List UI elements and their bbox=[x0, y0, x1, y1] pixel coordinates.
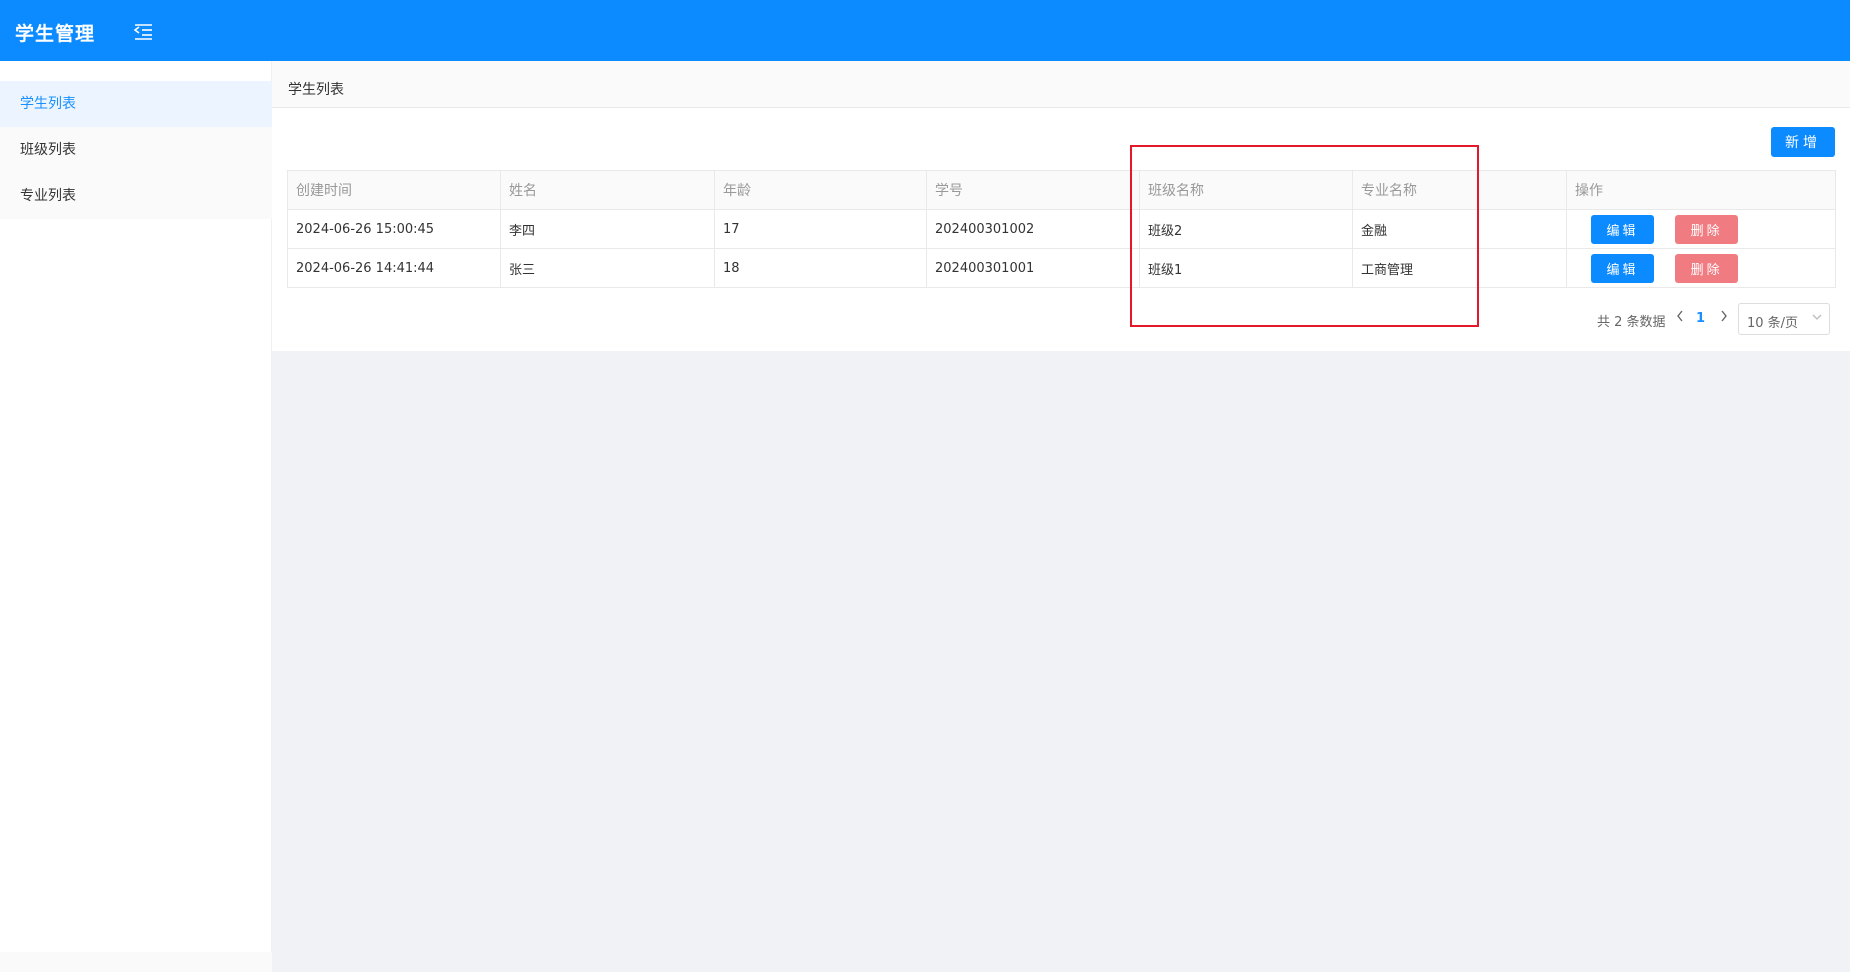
breadcrumb-bar: 学生列表 bbox=[272, 61, 1850, 108]
edit-button[interactable]: 编辑 bbox=[1591, 253, 1654, 283]
table-header-row: 创建时间 姓名 年龄 学号 班级名称 专业名称 操作 bbox=[287, 170, 1836, 210]
student-table: 创建时间 姓名 年龄 学号 班级名称 专业名称 操作 2024-06-26 15… bbox=[287, 170, 1836, 288]
menu-fold-icon[interactable] bbox=[133, 24, 154, 40]
edit-button[interactable]: 编辑 bbox=[1591, 214, 1654, 244]
chevron-right-icon[interactable] bbox=[1720, 309, 1728, 327]
cell-major: 金融 bbox=[1352, 209, 1567, 249]
chevron-left-icon[interactable] bbox=[1676, 309, 1684, 327]
table-row: 2024-06-26 14:41:44 张三 18 202400301001 班… bbox=[287, 248, 1836, 288]
pagination: 共 2 条数据 1 10 条/页 bbox=[1592, 303, 1836, 335]
column-header-major[interactable]: 专业名称 bbox=[1352, 170, 1567, 210]
main-content: 学生列表 新增 创建时间 姓名 年龄 学号 班级名称 专业名称 操作 2024-… bbox=[272, 61, 1850, 972]
cell-created: 2024-06-26 15:00:45 bbox=[287, 209, 501, 249]
page-size-select[interactable]: 10 条/页 bbox=[1738, 303, 1830, 335]
sidebar-footer bbox=[0, 952, 272, 972]
breadcrumb: 学生列表 bbox=[288, 82, 344, 98]
column-header-actions: 操作 bbox=[1566, 170, 1836, 210]
cell-age: 18 bbox=[714, 248, 927, 288]
add-student-button[interactable]: 新增 bbox=[1771, 127, 1835, 157]
cell-actions: 编辑 删除 bbox=[1566, 209, 1836, 249]
app-title: 学生管理 bbox=[15, 23, 96, 45]
column-header-age[interactable]: 年龄 bbox=[714, 170, 927, 210]
chevron-down-icon bbox=[1812, 311, 1822, 321]
page-size-label: 10 条/页 bbox=[1747, 316, 1799, 331]
cell-created: 2024-06-26 14:41:44 bbox=[287, 248, 501, 288]
column-header-student-id[interactable]: 学号 bbox=[926, 170, 1140, 210]
cell-class-name: 班级2 bbox=[1139, 209, 1353, 249]
table-row: 2024-06-26 15:00:45 李四 17 202400301002 班… bbox=[287, 209, 1836, 249]
cell-student-id: 202400301001 bbox=[926, 248, 1140, 288]
cell-age: 17 bbox=[714, 209, 927, 249]
cell-major: 工商管理 bbox=[1352, 248, 1567, 288]
sidebar-item-class-list[interactable]: 班级列表 bbox=[0, 127, 272, 173]
sidebar-item-student-list[interactable]: 学生列表 bbox=[0, 81, 272, 127]
sidebar-item-major-list[interactable]: 专业列表 bbox=[0, 173, 272, 219]
table-panel: 新增 创建时间 姓名 年龄 学号 班级名称 专业名称 操作 2024-06-26… bbox=[272, 108, 1850, 351]
cell-student-id: 202400301002 bbox=[926, 209, 1140, 249]
cell-actions: 编辑 删除 bbox=[1566, 248, 1836, 288]
pagination-total: 共 2 条数据 bbox=[1597, 315, 1666, 330]
sidebar-menu: 学生列表 班级列表 专业列表 bbox=[0, 81, 272, 219]
sidebar: 学生列表 班级列表 专业列表 bbox=[0, 61, 272, 972]
column-header-name[interactable]: 姓名 bbox=[500, 170, 715, 210]
top-header: 学生管理 bbox=[0, 0, 1850, 61]
page-number-current[interactable]: 1 bbox=[1696, 311, 1705, 326]
column-header-class-name[interactable]: 班级名称 bbox=[1139, 170, 1353, 210]
delete-button[interactable]: 删除 bbox=[1675, 214, 1739, 244]
cell-class-name: 班级1 bbox=[1139, 248, 1353, 288]
cell-name: 张三 bbox=[500, 248, 715, 288]
column-header-created[interactable]: 创建时间 bbox=[287, 170, 501, 210]
delete-button[interactable]: 删除 bbox=[1675, 253, 1739, 283]
cell-name: 李四 bbox=[500, 209, 715, 249]
